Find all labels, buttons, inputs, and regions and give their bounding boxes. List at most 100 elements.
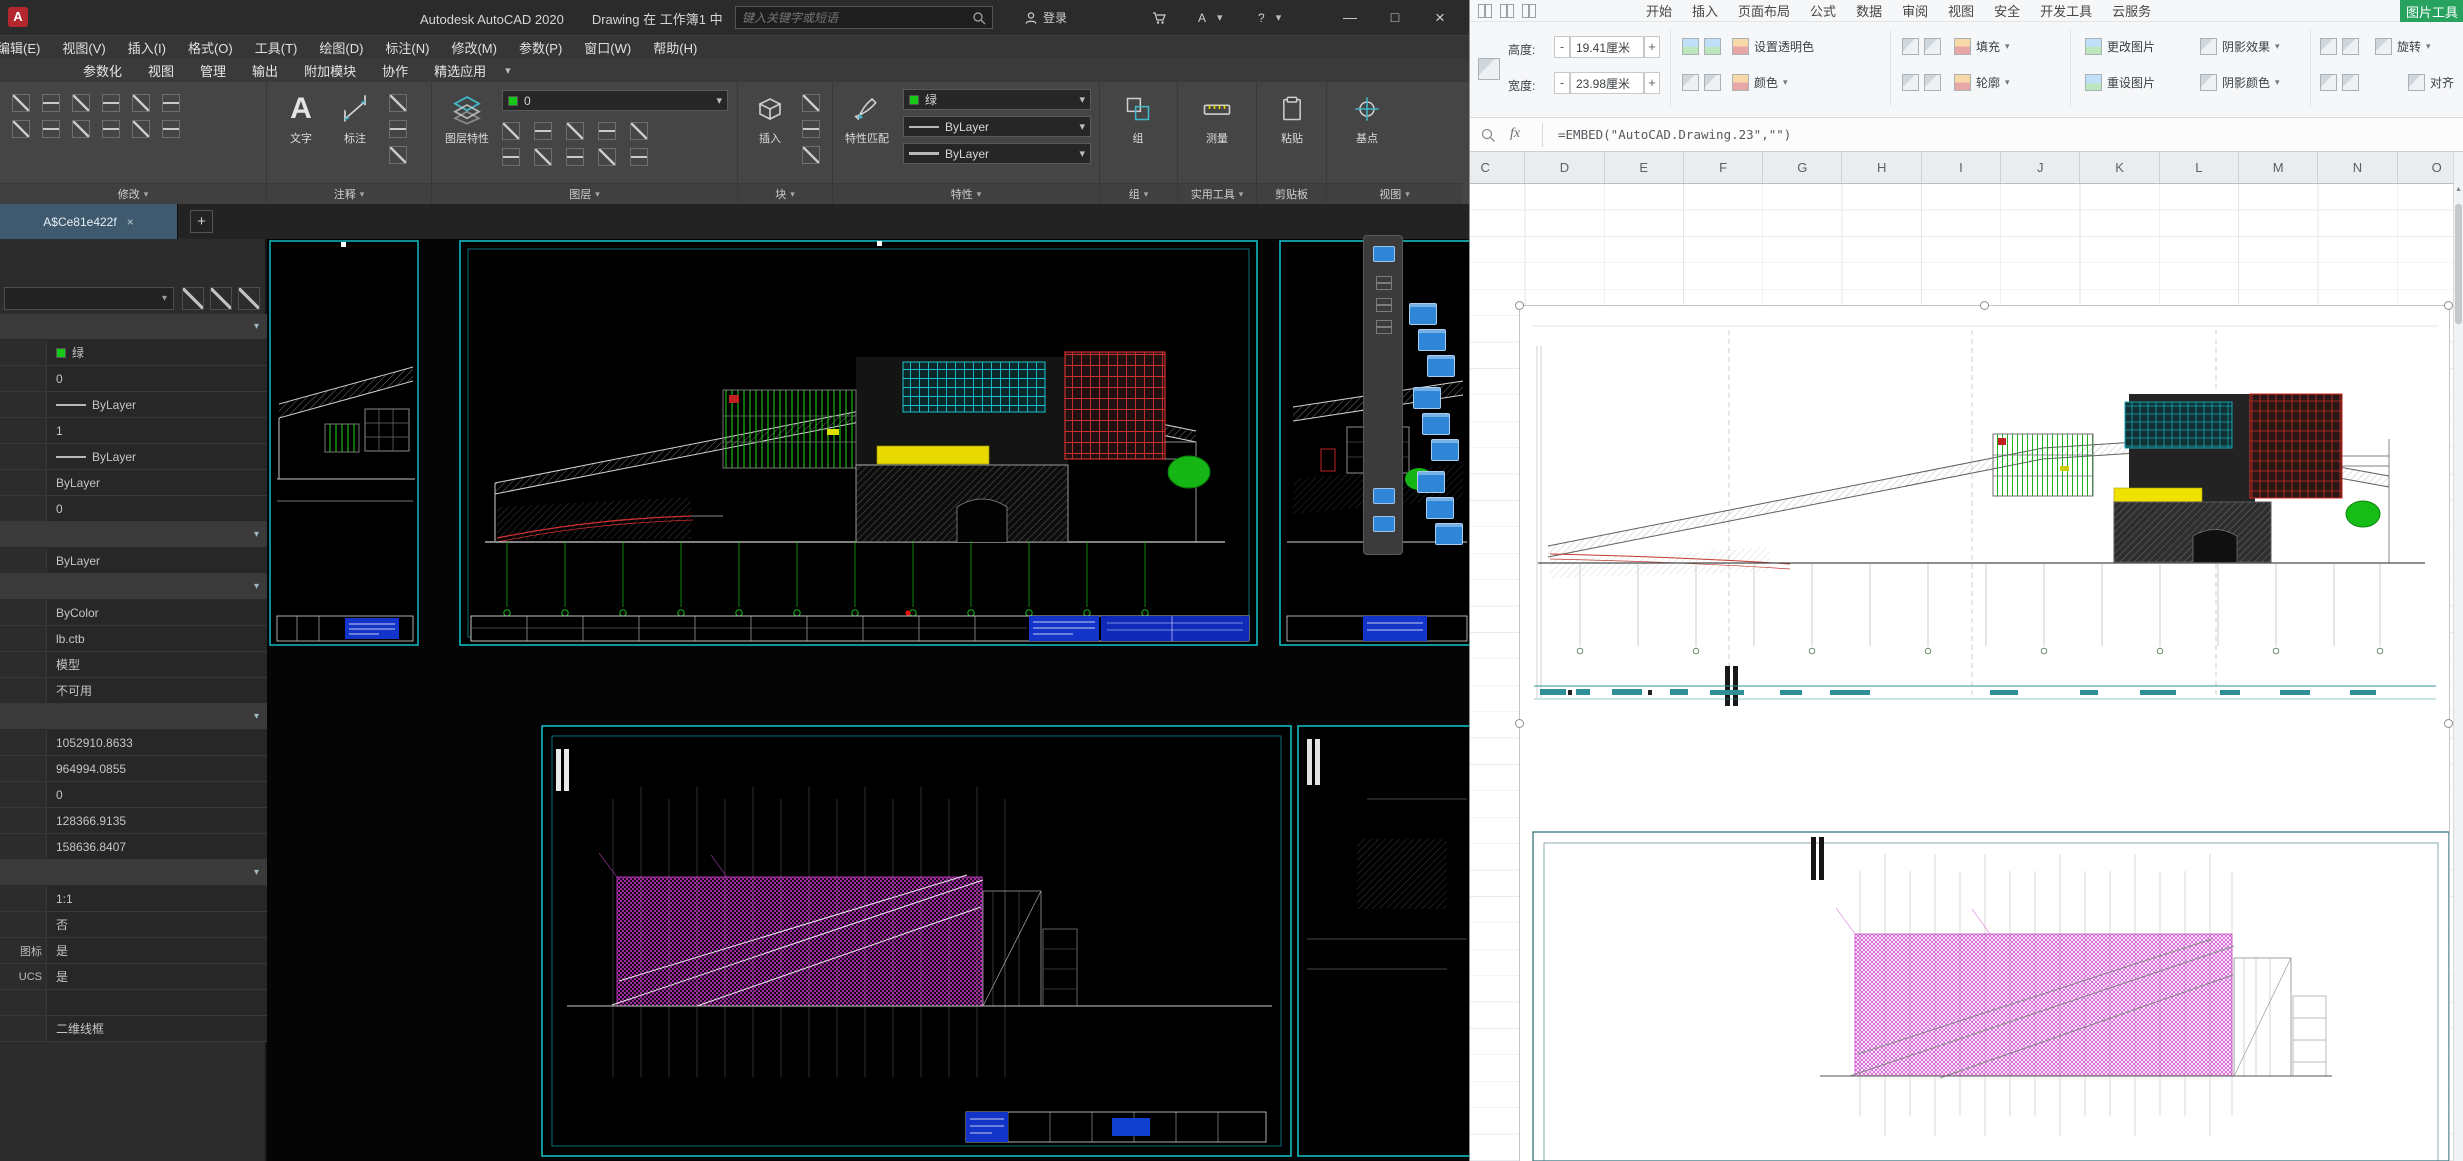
ribbon-tab[interactable]: 开始 (1636, 1, 1682, 20)
palette-tool-icon[interactable] (1376, 298, 1392, 312)
modify-tool-icon[interactable] (12, 120, 30, 138)
fx-button[interactable]: fx (1510, 126, 1520, 142)
property-row[interactable]: ByLayer (0, 392, 267, 418)
shadow-effect-button[interactable]: 阴影效果 ▾ (2200, 38, 2280, 55)
outline-button[interactable]: 轮廓 ▾ (1954, 74, 2010, 91)
color-button[interactable]: 颜色 ▾ (1732, 74, 1788, 91)
panel-label[interactable]: 块▾ (738, 183, 832, 204)
ribbon-tab[interactable]: 管理 (187, 61, 239, 80)
group-button[interactable]: 组 (1112, 88, 1164, 146)
property-row[interactable]: 不可用 (0, 678, 267, 704)
change-picture-button[interactable]: 更改图片 (2085, 38, 2155, 55)
measure-button[interactable]: 测量 (1191, 88, 1243, 146)
ribbon-tab[interactable]: 公式 (1800, 1, 1846, 20)
ribbon-tab[interactable]: 审阅 (1892, 1, 1938, 20)
contrast-icon[interactable] (1704, 38, 1721, 55)
panel-label[interactable]: 实用工具▾ (1178, 183, 1256, 204)
layer-small-tools[interactable] (502, 122, 648, 166)
menu-item[interactable]: 格式(O) (177, 38, 244, 57)
property-row[interactable]: 二维线框 (0, 1016, 267, 1042)
sheet-icon[interactable] (1409, 303, 1437, 325)
column-header[interactable]: C (1470, 152, 1525, 183)
menu-item[interactable]: 修改(M) (440, 38, 508, 57)
layer-properties-button[interactable]: 图层特性 (438, 88, 496, 146)
column-header[interactable]: E (1605, 152, 1684, 183)
compress-icon[interactable] (1682, 74, 1699, 91)
modify-tool-icon[interactable] (132, 94, 150, 112)
ribbon-tab[interactable]: 参数化 (70, 61, 135, 80)
set-transparent-color-button[interactable]: 设置透明色 (1732, 38, 1814, 55)
property-row[interactable]: 158636.8407 (0, 834, 267, 860)
ribbon-tab[interactable]: 附加模块 (291, 61, 369, 80)
ribbon-tab[interactable]: 安全 (1984, 1, 2030, 20)
fill-button[interactable]: 填充 ▾ (1954, 38, 2010, 55)
property-row[interactable]: ByLayer (0, 548, 267, 574)
linetype-select[interactable]: ByLayer ▾ (903, 116, 1091, 137)
height-increase-button[interactable]: + (1644, 36, 1660, 58)
rotate-button[interactable]: 旋转 ▾ (2375, 38, 2431, 55)
text-button[interactable]: 文字 (275, 88, 327, 146)
ribbon-tab[interactable]: 输出 (239, 61, 291, 80)
shadow-color-button[interactable]: 阴影颜色 ▾ (2200, 74, 2280, 91)
reset-picture-button[interactable]: 重设图片 (2085, 74, 2155, 91)
style-icon[interactable] (1902, 38, 1919, 55)
shape-icon[interactable] (1902, 74, 1919, 91)
border-icon[interactable] (1924, 38, 1941, 55)
cart-button[interactable] (1146, 0, 1173, 35)
menu-item[interactable]: 工具(T) (244, 38, 309, 57)
modify-tool-icon[interactable] (162, 94, 180, 112)
vertical-scrollbar[interactable]: ▴ (2453, 152, 2463, 1161)
tab-picture-tools[interactable]: 图片工具 (2400, 0, 2463, 22)
align-button[interactable]: 对齐 (2408, 74, 2454, 91)
ribbon-tab[interactable]: 插入 (1682, 1, 1728, 20)
paste-button[interactable]: 粘贴 (1266, 88, 1318, 146)
palette-sheet-icon[interactable] (1373, 488, 1395, 504)
app-store-button[interactable]: A ▾ (1192, 0, 1229, 35)
column-header[interactable]: J (2001, 152, 2080, 183)
property-row[interactable]: 模型 (0, 652, 267, 678)
height-decrease-button[interactable]: - (1554, 36, 1570, 58)
menu-item[interactable]: 标注(N) (374, 38, 440, 57)
property-row[interactable]: 1 (0, 418, 267, 444)
group-objects-icon[interactable] (2320, 74, 2337, 91)
menu-item[interactable]: 帮助(H) (642, 38, 708, 57)
palette-tool-icon[interactable] (1376, 276, 1392, 290)
properties-section-header[interactable]: ▾ (0, 860, 267, 886)
sheet-icon[interactable] (1417, 471, 1445, 493)
property-row[interactable] (0, 990, 267, 1016)
help-button[interactable]: ? ▾ (1252, 0, 1287, 35)
spreadsheet-grid[interactable] (1470, 184, 2463, 1161)
minimize-button[interactable]: — (1330, 0, 1370, 35)
modify-tool-icon[interactable] (132, 120, 150, 138)
drawing-canvas[interactable] (267, 239, 1469, 1161)
selection-handle[interactable] (1515, 301, 1524, 310)
panel-label[interactable]: 视图▾ (1327, 183, 1462, 204)
palette-sheet-icon[interactable] (1373, 246, 1395, 262)
send-backward-icon[interactable] (2342, 38, 2359, 55)
signin-button[interactable]: 登录 (1018, 0, 1073, 35)
properties-section-header[interactable]: ▾ (0, 574, 267, 600)
menu-item[interactable]: 绘图(D) (308, 38, 374, 57)
sheet-icon[interactable] (1435, 523, 1463, 545)
dimension-button[interactable]: 标注 (329, 88, 381, 146)
property-row[interactable]: lb.ctb (0, 626, 267, 652)
ribbon-tab[interactable]: 视图 (135, 61, 187, 80)
property-row[interactable]: 绿 (0, 340, 267, 366)
column-header[interactable]: F (1684, 152, 1763, 183)
properties-section-header[interactable]: ▾ (0, 314, 267, 340)
lineweight-select[interactable]: ByLayer ▾ (903, 143, 1091, 164)
modify-tool-icon[interactable] (42, 94, 60, 112)
annotate-small-tools[interactable] (389, 94, 407, 164)
maximize-button[interactable]: □ (1375, 0, 1415, 35)
ungroup-icon[interactable] (2342, 74, 2359, 91)
undo-icon[interactable] (1522, 4, 1536, 18)
modify-tool-icon[interactable] (42, 120, 60, 138)
palette-tool-icon[interactable] (1376, 320, 1392, 334)
ribbon-tab[interactable]: 云服务 (2102, 1, 2161, 20)
search-icon[interactable] (1480, 127, 1496, 143)
property-row[interactable]: 图标是 (0, 938, 267, 964)
property-row[interactable]: 否 (0, 912, 267, 938)
property-row[interactable]: 1052910.8633 (0, 730, 267, 756)
menu-item[interactable]: 窗口(W) (573, 38, 642, 57)
effects-icon[interactable] (1704, 74, 1721, 91)
